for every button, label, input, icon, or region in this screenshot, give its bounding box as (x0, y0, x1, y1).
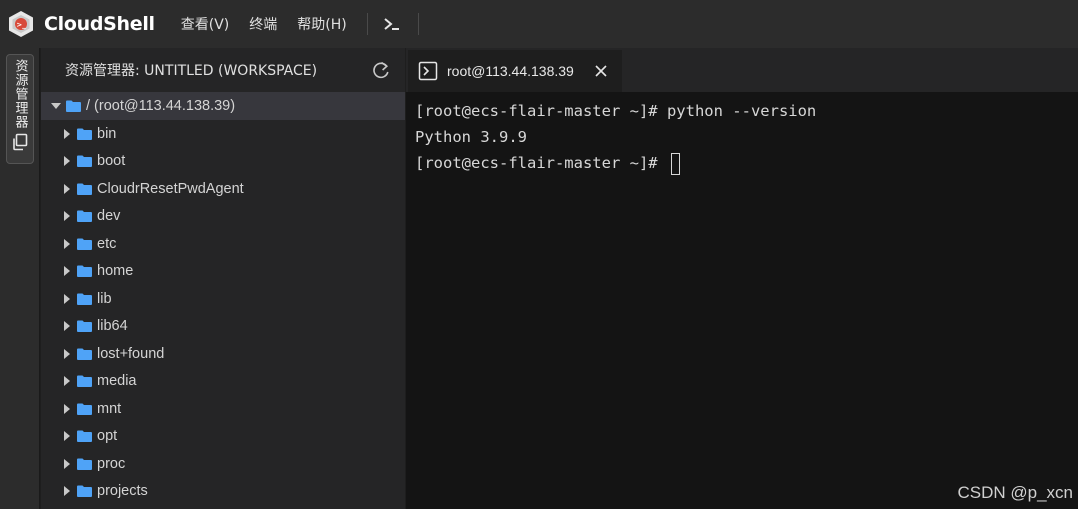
close-icon (595, 65, 607, 77)
folder-icon (66, 100, 81, 112)
tree-root-label: / (root@113.44.138.39) (86, 98, 236, 114)
watermark: CSDN @p_xcn (957, 483, 1073, 502)
chevron-right-icon (64, 431, 70, 442)
tree-folder-item[interactable]: CloudrResetPwdAgent (41, 175, 405, 203)
folder-icon (77, 375, 92, 388)
brand-area: >_ CloudShell (0, 9, 171, 39)
tree-folder-item[interactable]: lib64 (41, 313, 405, 341)
tree-folder-item[interactable]: boot (41, 148, 405, 176)
chevron-right-icon (64, 293, 70, 304)
chevron-right-icon (64, 156, 70, 167)
terminal-prompt: [root@ecs-flair-master ~]# (415, 154, 667, 172)
chevron-right-icon (64, 321, 70, 332)
menu-divider (366, 13, 368, 35)
copy-files-icon (13, 133, 28, 151)
explorer-panel: 资源管理器: UNTITLED (WORKSPACE) / (root@113.… (41, 48, 405, 509)
folder-icon (77, 155, 92, 168)
tree-folder-item[interactable]: bin (41, 120, 405, 148)
activity-explorer-label: 资源管理器 (12, 59, 28, 129)
tree-folder-item[interactable]: opt (41, 423, 405, 451)
terminal-output[interactable]: [root@ecs-flair-master ~]# python --vers… (406, 92, 1078, 509)
menu-terminal[interactable]: 终端 (239, 14, 287, 34)
cloudshell-logo-icon: >_ (9, 11, 33, 37)
folder-icon (77, 320, 92, 333)
tree-folder-item[interactable]: mnt (41, 395, 405, 423)
tree-folder-label: proc (97, 455, 126, 472)
menu-view[interactable]: 查看(V) (171, 14, 240, 34)
brand-name: CloudShell (44, 13, 155, 35)
tree-folder-item[interactable]: projects (41, 478, 405, 506)
tree-folder-label: media (97, 373, 137, 390)
folder-icon (77, 128, 92, 140)
folder-icon (77, 403, 92, 415)
terminal-line: [root@ecs-flair-master ~]# python --vers… (415, 102, 817, 120)
folder-icon (77, 265, 92, 278)
terminal-tabbar: root@113.44.138.39 (406, 48, 1078, 92)
close-tab-button[interactable] (590, 60, 612, 82)
explorer-header: 资源管理器: UNTITLED (WORKSPACE) (41, 48, 405, 92)
chevron-right-icon (64, 376, 70, 387)
terminal-prompt-icon (384, 18, 399, 30)
terminal-line: Python 3.9.9 (415, 128, 527, 146)
title-bar: >_ CloudShell 查看(V) 终端 帮助(H) (0, 0, 1078, 48)
tree-folder-label: dev (97, 208, 121, 225)
activity-explorer-tab[interactable]: 资源管理器 (6, 54, 34, 164)
tree-folder-item[interactable]: media (41, 368, 405, 396)
menu-help[interactable]: 帮助(H) (287, 14, 356, 34)
tree-folder-item[interactable]: dev (41, 203, 405, 231)
folder-icon (77, 183, 92, 195)
chevron-right-icon (64, 403, 70, 414)
chevron-right-icon (64, 183, 70, 194)
tree-folder-label: home (97, 263, 134, 280)
chevron-right-icon (64, 266, 70, 277)
terminal-prompt-line: [root@ecs-flair-master ~]# (415, 150, 1069, 176)
tree-folder-item[interactable]: home (41, 258, 405, 286)
tree-folder-label: projects (97, 483, 148, 500)
chevron-right-icon (64, 238, 70, 249)
folder-icon (77, 293, 92, 305)
refresh-icon[interactable] (371, 60, 391, 80)
folder-icon (77, 430, 92, 443)
chevron-right-icon (64, 128, 70, 139)
tree-folder-item[interactable]: lost+found (41, 340, 405, 368)
chevron-right-icon (64, 211, 70, 222)
tree-folder-label: bin (97, 125, 117, 142)
tree-folder-label: lost+found (97, 345, 165, 362)
chevron-right-icon (64, 458, 70, 469)
file-tree: / (root@113.44.138.39) bin boot CloudrRese… (41, 92, 405, 505)
terminal-tab[interactable]: root@113.44.138.39 (408, 50, 622, 92)
terminal-area: root@113.44.138.39 [root@ecs-flair-maste… (406, 48, 1078, 509)
tree-folder-label: etc (97, 235, 117, 252)
terminal-tab-label: root@113.44.138.39 (447, 63, 574, 79)
folder-icon (77, 348, 92, 360)
tree-folder-label: lib (97, 290, 112, 307)
tree-folder-label: boot (97, 153, 126, 170)
tree-folder-label: lib64 (97, 318, 128, 335)
tree-folder-item[interactable]: proc (41, 450, 405, 478)
folder-icon (77, 458, 92, 470)
svg-text:>_: >_ (16, 21, 26, 29)
tree-folder-item[interactable]: etc (41, 230, 405, 258)
tree-folder-label: CloudrResetPwdAgent (97, 180, 244, 197)
tree-folder-label: mnt (97, 400, 122, 417)
activity-bar: 资源管理器 (0, 48, 40, 509)
menu-divider-2 (417, 13, 419, 35)
chevron-down-icon (51, 103, 61, 109)
folder-icon (77, 210, 92, 223)
chevron-right-icon (64, 348, 70, 359)
folder-icon (77, 485, 92, 498)
explorer-title: 资源管理器: UNTITLED (WORKSPACE) (65, 63, 318, 79)
new-terminal-button[interactable] (378, 10, 406, 38)
tree-folder-label: opt (97, 428, 118, 445)
chevron-right-icon (64, 486, 70, 497)
tree-root-item[interactable]: / (root@113.44.138.39) (41, 92, 405, 120)
tree-folder-item[interactable]: lib (41, 285, 405, 313)
folder-icon (77, 238, 92, 250)
terminal-cursor (670, 152, 680, 175)
terminal-tab-icon (418, 61, 438, 81)
